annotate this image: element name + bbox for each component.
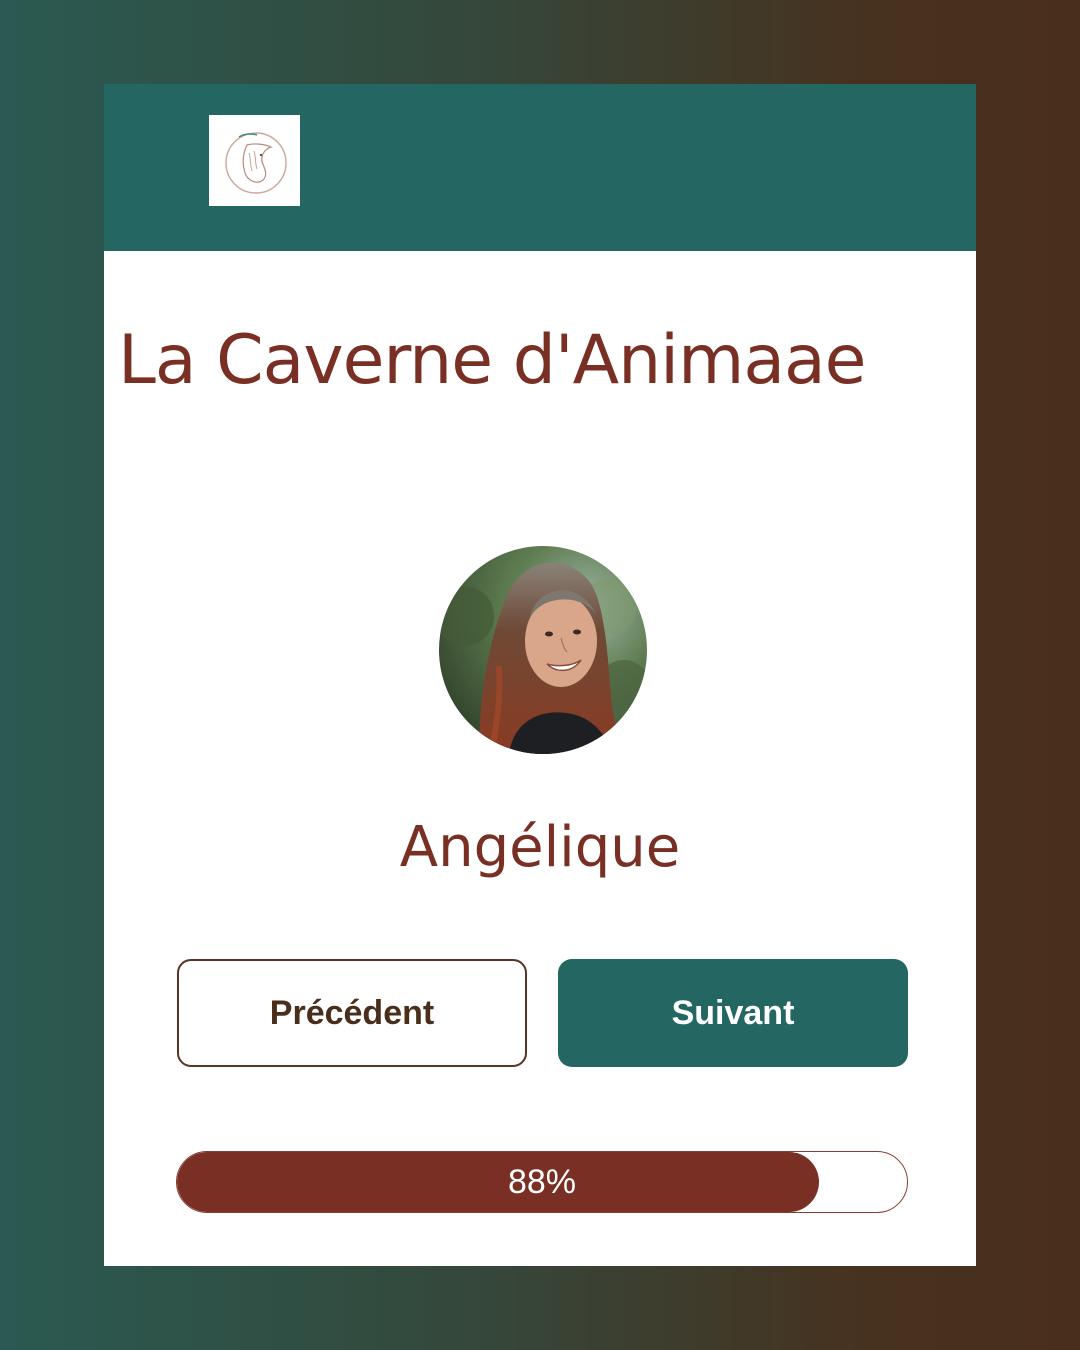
page-title: La Caverne d'Animaae xyxy=(118,321,866,400)
previous-button[interactable]: Précédent xyxy=(177,959,527,1067)
next-button[interactable]: Suivant xyxy=(558,959,908,1067)
progress-label: 88% xyxy=(507,1162,577,1201)
header-bar xyxy=(104,84,976,251)
avatar xyxy=(439,546,647,754)
horse-head-logo-icon xyxy=(225,132,287,194)
profile-name: Angélique xyxy=(399,815,681,880)
woman-portrait-photo xyxy=(439,546,647,754)
logo xyxy=(209,115,300,206)
quiz-card: La Caverne d'Animaae Angélique Précédent… xyxy=(104,84,976,1266)
progress-bar: 88% xyxy=(176,1151,908,1213)
